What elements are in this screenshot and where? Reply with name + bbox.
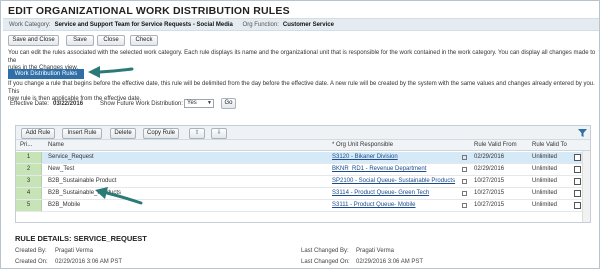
valid-to-cell: Unlimited	[532, 190, 558, 196]
last-changed-on-value: 02/29/2016 3:06 AM PST	[356, 259, 424, 265]
valid-from-cell: 10/27/2015	[474, 178, 505, 184]
note-line-1: If you change a rule that begins before …	[8, 81, 595, 95]
org-unit-link[interactable]: SP2100 - Social Queue- Sustainable Produ…	[332, 176, 455, 187]
page-title: EDIT ORGANIZATIONAL WORK DISTRIBUTION RU…	[8, 5, 290, 17]
value-help-icon[interactable]	[462, 191, 467, 196]
value-help-icon[interactable]	[462, 179, 467, 184]
insert-rule-button[interactable]: Insert Rule	[62, 128, 102, 139]
priority-cell: 3	[16, 176, 42, 187]
detail-icon[interactable]	[574, 190, 581, 197]
table-header: Pri... Name * Org Unit Responsible Rule …	[16, 140, 590, 151]
last-changed-by-label: Last Changed By:	[301, 248, 349, 254]
last-changed-by-value: Pragati Verma	[356, 248, 395, 254]
value-help-icon[interactable]	[462, 155, 467, 160]
note-line-2: new rule is then applicable from the eff…	[8, 96, 142, 102]
move-up-icon[interactable]: ⇧	[189, 128, 205, 139]
work-category-bar: Work Category: Service and Support Team f…	[3, 18, 599, 31]
valid-from-cell: 02/29/2016	[474, 166, 505, 172]
org-unit-link[interactable]: S3120 - Bikaner Division	[332, 152, 398, 163]
rules-table: Add Rule Insert Rule Delete Copy Rule ⇧ …	[15, 125, 591, 223]
valid-to-cell: Unlimited	[532, 202, 558, 208]
rule-details-title: RULE DETAILS: SERVICE_REQUEST	[15, 234, 147, 243]
move-down-icon[interactable]: ⇩	[211, 128, 227, 139]
priority-cell: 5	[16, 200, 42, 211]
detail-icon[interactable]	[574, 166, 581, 173]
rule-name-cell: Service_Request	[48, 154, 94, 160]
org-unit-link[interactable]: BKNR_RD1 - Revenue Department	[332, 164, 426, 175]
column-org-unit[interactable]: * Org Unit Responsible	[332, 140, 393, 150]
effective-date-label: Effective Date:	[10, 101, 49, 107]
column-valid-to[interactable]: Rule Valid To	[532, 140, 567, 150]
future-distribution-select[interactable]: Yes ▼	[184, 99, 214, 108]
created-by-value: Pragati Verma	[55, 248, 94, 254]
priority-cell: 1	[16, 152, 42, 163]
save-button[interactable]: Save	[66, 35, 94, 46]
work-category-label: Work Category:	[9, 22, 51, 28]
close-button[interactable]: Close	[97, 35, 125, 46]
table-scrollbar[interactable]	[582, 151, 590, 222]
last-changed-on-label: Last Changed On:	[301, 259, 350, 265]
rule-name-cell: New_Test	[48, 166, 75, 172]
table-toolbar: Add Rule Insert Rule Delete Copy Rule ⇧ …	[16, 126, 590, 140]
valid-to-cell: Unlimited	[532, 166, 558, 172]
chevron-down-icon: ▼	[207, 100, 212, 106]
priority-cell: 4	[16, 188, 42, 199]
column-valid-from[interactable]: Rule Valid From	[474, 140, 517, 150]
table-row[interactable]: 2 New_Test BKNR_RD1 - Revenue Department…	[16, 164, 590, 176]
save-and-close-button[interactable]: Save and Close	[8, 35, 59, 46]
created-by-label: Created By:	[15, 248, 47, 254]
value-help-icon[interactable]	[462, 203, 467, 208]
detail-icon[interactable]	[574, 202, 581, 209]
work-category-value: Service and Support Team for Service Req…	[54, 22, 233, 28]
future-distribution-value: Yes	[187, 100, 197, 106]
priority-cell: 2	[16, 164, 42, 175]
copy-rule-button[interactable]: Copy Rule	[143, 128, 179, 139]
table-row[interactable]: 1 Service_Request S3120 - Bikaner Divisi…	[16, 152, 590, 164]
created-on-value: 02/29/2016 3:06 AM PST	[55, 259, 123, 265]
created-on-label: Created On:	[15, 259, 48, 265]
delete-button[interactable]: Delete	[110, 128, 136, 139]
application-window: EDIT ORGANIZATIONAL WORK DISTRIBUTION RU…	[0, 0, 600, 269]
detail-icon[interactable]	[574, 178, 581, 185]
effective-date-value[interactable]: 03/22/2016	[53, 100, 83, 109]
rule-name-cell: B2B_Mobile	[48, 202, 81, 208]
valid-from-cell: 10/27/2015	[474, 190, 505, 196]
column-priority[interactable]: Pri...	[20, 140, 32, 150]
valid-to-cell: Unlimited	[532, 178, 558, 184]
valid-from-cell: 10/27/2015	[474, 202, 505, 208]
valid-from-cell: 02/29/2016	[474, 154, 505, 160]
column-name[interactable]: Name	[48, 140, 64, 150]
org-function-label: Org Function:	[242, 22, 279, 28]
go-button[interactable]: Go	[221, 98, 236, 109]
org-unit-link[interactable]: S3111 - Product Queue- Mobile	[332, 200, 416, 211]
value-help-icon[interactable]	[462, 167, 467, 172]
org-function-value: Customer Service	[282, 22, 334, 28]
annotation-arrow-icon	[95, 187, 143, 205]
check-button[interactable]: Check	[130, 35, 158, 46]
annotation-arrow-icon	[88, 66, 134, 78]
future-distribution-label: Show Future Work Distribution:	[100, 101, 183, 107]
valid-to-cell: Unlimited	[532, 154, 558, 160]
effective-date-note: If you change a rule that begins before …	[8, 81, 598, 104]
filter-icon[interactable]	[578, 129, 587, 137]
add-rule-button[interactable]: Add Rule	[21, 128, 55, 139]
detail-icon[interactable]	[574, 154, 581, 161]
org-unit-link[interactable]: S3114 - Product Queue- Green Tech	[332, 188, 429, 199]
tab-work-distribution-rules[interactable]: Work Distribution Rules	[8, 69, 84, 79]
